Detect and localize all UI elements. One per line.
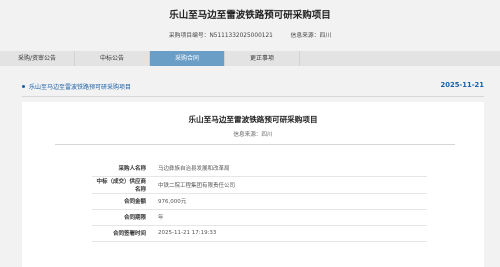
project-meta: 采购项目编号：N5111332025000121 信息来源：四川 [0, 30, 500, 39]
row-value-term: 年 [152, 209, 427, 226]
page-title: 乐山至马边至雷波铁路预可研采购项目 [169, 10, 331, 21]
table-row: 采购人名称 马边彝族自治县发展和改革局 [92, 160, 427, 177]
row-value-purchaser: 马边彝族自治县发展和改革局 [152, 160, 427, 177]
document-info-source: 信息来源：四川 [233, 132, 273, 138]
source-label: 信息来源： [290, 33, 320, 39]
row-key-signed-time: 合同签署时间 [92, 225, 152, 242]
table-row: 合同期限 年 [92, 209, 427, 226]
table-row: 合同金额 976,000元 [92, 193, 427, 210]
tab-procurement-contract[interactable]: 采购合同 [150, 51, 225, 66]
table-row: 中标（成交）供应商名称 中铁二院工程集团有限责任公司 [92, 176, 427, 194]
contract-detail-table: 采购人名称 马边彝族自治县发展和改革局 中标（成交）供应商名称 中铁二院工程集团… [92, 160, 427, 242]
table-row: 合同签署时间 2025-11-21 17:19:33 [92, 225, 427, 242]
card-divider [55, 144, 455, 145]
tab-corrections[interactable]: 更正事项 [225, 51, 300, 66]
row-key-term: 合同期限 [92, 209, 152, 226]
section-date: 2025-11-21 [440, 81, 484, 89]
project-no-value: N5111332025000121 [209, 33, 273, 39]
row-key-purchaser: 采购人名称 [92, 160, 152, 177]
section-title-link[interactable]: 乐山至马边至雷波铁路预可研采购项目 [29, 82, 131, 91]
bullet-icon [22, 85, 25, 88]
tab-award-notice[interactable]: 中标公告 [75, 51, 150, 66]
row-key-amount: 合同金额 [92, 193, 152, 210]
section-divider [22, 96, 484, 97]
section-header: 乐山至马边至雷波铁路预可研采购项目 2025-11-21 [22, 81, 484, 94]
row-value-amount: 976,000元 [152, 193, 427, 210]
project-no-label: 采购项目编号： [168, 33, 210, 39]
row-value-supplier: 中铁二院工程集团有限责任公司 [152, 176, 427, 194]
row-key-supplier: 中标（成交）供应商名称 [92, 176, 152, 194]
document-title: 乐山至马边至雷波铁路预可研采购项目 [188, 115, 318, 124]
tab-procurement-notice[interactable]: 采购/资审公告 [0, 51, 75, 66]
source-value: 四川 [319, 33, 332, 39]
contract-card: 乐山至马边至雷波铁路预可研采购项目 信息来源：四川 采购人名称 马边彝族自治县发… [22, 102, 484, 267]
row-value-signed-time: 2025-11-21 17:19:33 [152, 225, 427, 242]
tab-bar: 采购/资审公告 中标公告 采购合同 更正事项 [0, 51, 500, 66]
